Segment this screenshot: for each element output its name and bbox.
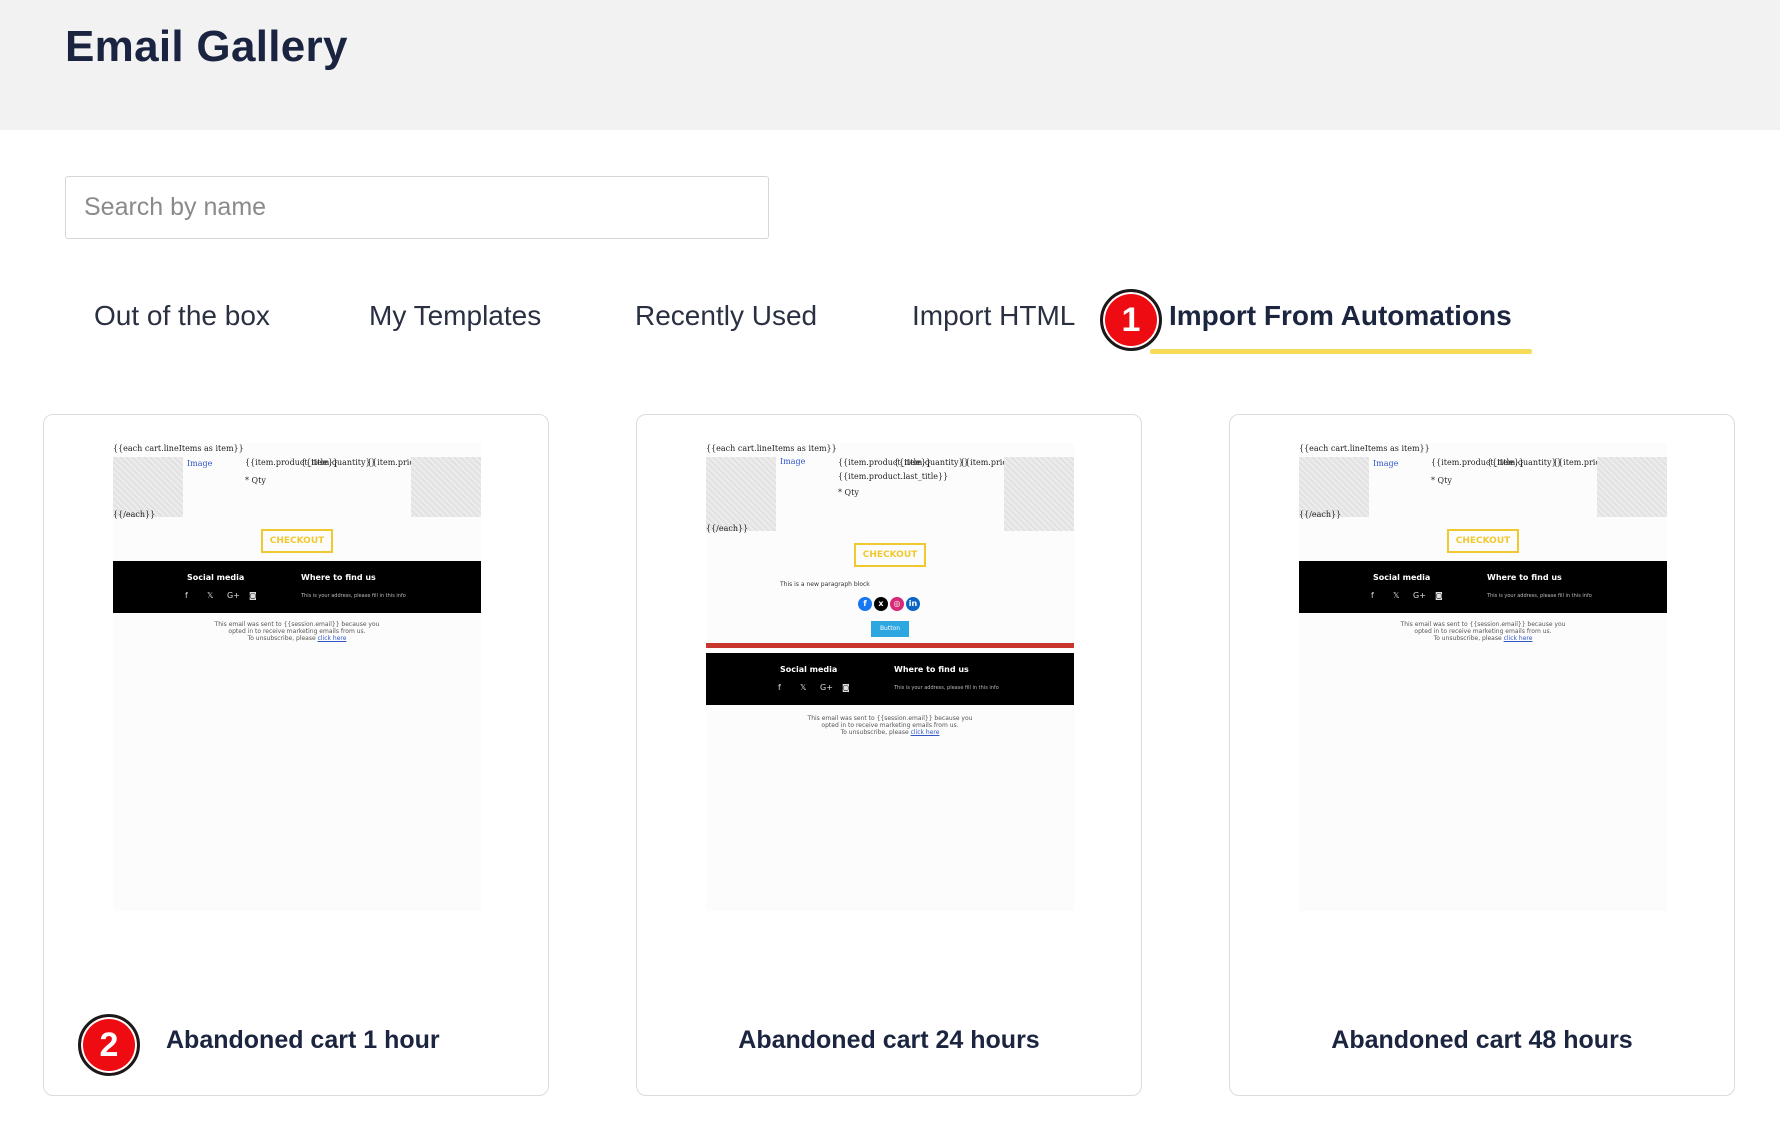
search-input[interactable]: [65, 176, 769, 239]
preview-image-right: [411, 457, 481, 517]
preview-variant: {{item.product.last_title}}: [838, 472, 949, 481]
preview-checkout-button: CHECKOUT: [854, 543, 926, 567]
template-card-3[interactable]: {{each cart.lineItems as item}} Image {{…: [1229, 414, 1735, 1096]
preview-footer: Social media Where to find us f 𝕏 G+ ◙ T…: [1299, 561, 1667, 613]
preview-legal: This email was sent to {{session.email}}…: [113, 621, 481, 642]
preview-legal-line3: To unsubscribe, please: [840, 729, 909, 736]
preview-social-heading: Social media: [187, 573, 245, 582]
google-plus-icon: G+: [227, 591, 240, 600]
preview-social-heading: Social media: [1373, 573, 1431, 582]
preview-image-left: [706, 457, 776, 531]
preview-image-link: Image: [187, 459, 213, 468]
preview-quantity: {{item.quantity}}: [301, 458, 376, 467]
tab-my-templates[interactable]: My Templates: [369, 300, 541, 332]
tab-import-html[interactable]: Import HTML: [912, 300, 1075, 332]
tab-bar: Out of the box My Templates Recently Use…: [0, 290, 1780, 360]
preview-legal-line1: This email was sent to {{session.email}}…: [214, 621, 380, 628]
template-preview: {{each cart.lineItems as item}} Image {{…: [706, 443, 1074, 911]
preview-loop-start: {{each cart.lineItems as item}}: [1299, 444, 1430, 453]
x-icon: 𝕏: [207, 591, 214, 600]
preview-legal-line2: opted in to receive marketing emails fro…: [1414, 628, 1552, 635]
preview-address: This is your address, please fill in thi…: [894, 685, 999, 691]
template-preview: {{each cart.lineItems as item}} Image {{…: [113, 443, 481, 911]
x-icon: x: [874, 597, 888, 611]
preview-quantity: {{item.quantity}}: [1487, 458, 1562, 467]
template-card-2[interactable]: {{each cart.lineItems as item}} Image {{…: [636, 414, 1142, 1096]
preview-loop-end: {{/each}}: [113, 510, 156, 519]
preview-legal-line2: opted in to receive marketing emails fro…: [821, 722, 959, 729]
preview-legal: This email was sent to {{session.email}}…: [706, 715, 1074, 736]
preview-image-link: Image: [780, 457, 806, 466]
preview-text-block: This is a new paragraph block: [780, 581, 870, 588]
instagram-icon: ◙: [1435, 591, 1443, 600]
card-title: Abandoned cart 24 hours: [738, 1026, 1040, 1054]
preview-checkout-button: CHECKOUT: [1447, 529, 1519, 553]
card-title: Abandoned cart 1 hour: [166, 1026, 440, 1054]
preview-address: This is your address, please fill in thi…: [301, 593, 406, 599]
preview-image-left: [1299, 457, 1369, 517]
tab-out-of-the-box[interactable]: Out of the box: [94, 300, 270, 332]
preview-legal-line3: To unsubscribe, please: [1433, 635, 1502, 642]
preview-address: This is your address, please fill in thi…: [1487, 593, 1592, 599]
template-card-1[interactable]: {{each cart.lineItems as item}} Image {{…: [43, 414, 549, 1096]
instagram-icon: ◎: [890, 597, 904, 611]
preview-qty-line: * Qty: [838, 488, 859, 497]
preview-loop-end: {{/each}}: [1299, 510, 1342, 519]
tab-recently-used[interactable]: Recently Used: [635, 300, 817, 332]
preview-image-link: Image: [1373, 459, 1399, 468]
facebook-icon: f: [1371, 591, 1374, 600]
preview-checkout-button: CHECKOUT: [261, 529, 333, 553]
linkedin-icon: in: [906, 597, 920, 611]
preview-social-heading: Social media: [780, 665, 838, 674]
facebook-icon: f: [185, 591, 188, 600]
preview-qty-line: * Qty: [245, 476, 266, 485]
page-header: Email Gallery: [0, 0, 1780, 130]
preview-legal: This email was sent to {{session.email}}…: [1299, 621, 1667, 642]
preview-footer: Social media Where to find us f 𝕏 G+ ◙ T…: [706, 653, 1074, 705]
preview-legal-line1: This email was sent to {{session.email}}…: [1400, 621, 1566, 628]
facebook-icon: f: [778, 683, 781, 692]
instagram-icon: ◙: [249, 591, 257, 600]
preview-find-heading: Where to find us: [894, 665, 969, 674]
instagram-icon: ◙: [842, 683, 850, 692]
step-marker-1: 1: [1100, 289, 1162, 351]
preview-image-right: [1597, 457, 1667, 517]
page-title: Email Gallery: [65, 22, 348, 71]
preview-find-heading: Where to find us: [1487, 573, 1562, 582]
preview-loop-start: {{each cart.lineItems as item}}: [113, 444, 244, 453]
preview-legal-line3: To unsubscribe, please: [247, 635, 316, 642]
google-plus-icon: G+: [820, 683, 833, 692]
preview-divider: [706, 643, 1074, 648]
preview-legal-line1: This email was sent to {{session.email}}…: [807, 715, 973, 722]
card-title: Abandoned cart 48 hours: [1331, 1026, 1633, 1054]
preview-button: Button: [871, 621, 909, 637]
tab-import-from-automations[interactable]: Import From Automations: [1169, 300, 1512, 332]
preview-unsubscribe-link: click here: [910, 729, 940, 736]
preview-unsubscribe-link: click here: [1503, 635, 1533, 642]
preview-loop-start: {{each cart.lineItems as item}}: [706, 444, 837, 453]
preview-image-left: [113, 457, 183, 517]
x-icon: 𝕏: [1393, 591, 1400, 600]
template-preview: {{each cart.lineItems as item}} Image {{…: [1299, 443, 1667, 911]
preview-unsubscribe-link: click here: [317, 635, 347, 642]
preview-image-right: [1004, 457, 1074, 531]
step-marker-2: 2: [78, 1014, 140, 1076]
x-icon: 𝕏: [800, 683, 807, 692]
preview-find-heading: Where to find us: [301, 573, 376, 582]
preview-loop-end: {{/each}}: [706, 524, 749, 533]
preview-qty-line: * Qty: [1431, 476, 1452, 485]
preview-footer: Social media Where to find us f 𝕏 G+ ◙ T…: [113, 561, 481, 613]
facebook-icon: f: [858, 597, 872, 611]
preview-quantity: {{item.quantity}}: [894, 458, 969, 467]
preview-legal-line2: opted in to receive marketing emails fro…: [228, 628, 366, 635]
active-tab-indicator: [1150, 349, 1532, 354]
google-plus-icon: G+: [1413, 591, 1426, 600]
